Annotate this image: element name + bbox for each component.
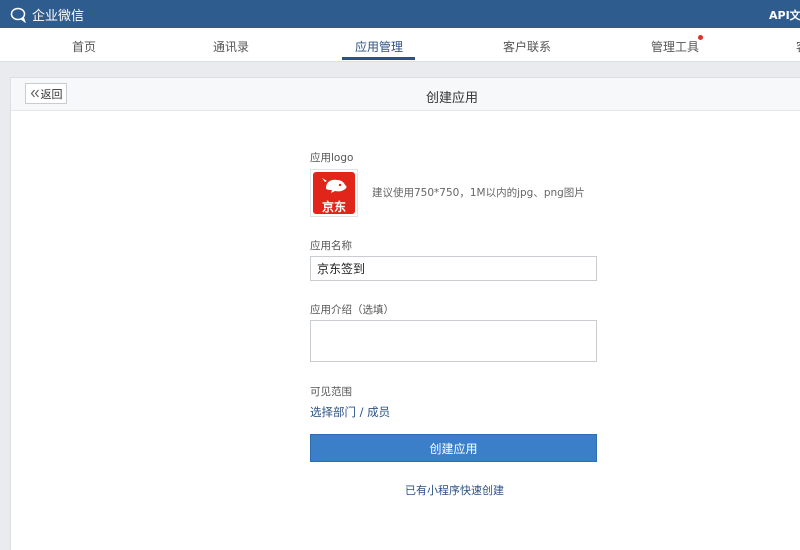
double-chevron-left-icon (30, 89, 39, 98)
api-docs-link[interactable]: API文档 (769, 7, 800, 23)
scope-label: 可见范围 (310, 386, 352, 398)
notification-dot (698, 35, 703, 40)
name-label: 应用名称 (310, 240, 352, 252)
app-logo-upload[interactable]: 京东 (310, 169, 358, 217)
brand-name: 企业微信 (32, 9, 85, 24)
tab-contacts[interactable]: 通讯录 (213, 38, 249, 55)
jd-logo: 京东 (313, 172, 355, 214)
page-title: 创建应用 (426, 91, 479, 106)
tab-app-management[interactable]: 应用管理 (355, 38, 403, 55)
wework-logo-icon (10, 7, 26, 23)
app-intro-textarea[interactable] (310, 320, 597, 362)
back-button[interactable]: 返回 (25, 83, 67, 104)
jd-dog-icon (322, 178, 347, 193)
logo-hint: 建议使用750*750，1M以内的jpg、png图片 (372, 187, 585, 199)
select-scope-link[interactable]: 选择部门 / 成员 (310, 404, 390, 420)
top-bar: 企业微信 API文档 (0, 0, 800, 28)
logo-text: 京东 (321, 200, 346, 214)
main-nav: 首页 通讯录 应用管理 客户联系 管理工具 客 (0, 28, 800, 62)
create-app-button[interactable]: 创建应用 (310, 434, 597, 462)
active-tab-indicator (342, 57, 415, 60)
app-name-input[interactable] (310, 256, 597, 281)
tab-customer-contact[interactable]: 客户联系 (503, 38, 551, 55)
brand[interactable]: 企业微信 (10, 5, 84, 24)
tab-management-tools[interactable]: 管理工具 (651, 38, 699, 55)
back-button-label: 返回 (40, 87, 63, 101)
logo-label: 应用logo (310, 152, 354, 164)
tab-home[interactable]: 首页 (72, 38, 96, 55)
intro-label: 应用介绍（选填） (310, 304, 394, 316)
mini-program-quick-create-link[interactable]: 已有小程序快速创建 (405, 482, 504, 498)
create-app-panel: 返回 创建应用 应用logo 京东 建议使用750*750，1M以内的jpg、p… (10, 77, 800, 550)
tab-overflow[interactable]: 客 (796, 38, 800, 55)
panel-header: 返回 创建应用 (11, 78, 800, 111)
